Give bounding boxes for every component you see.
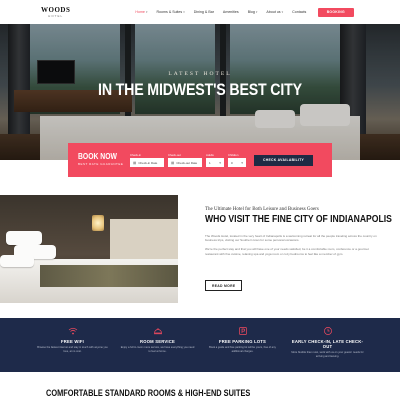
- checkin-input[interactable]: ▦ Check-in Date: [130, 158, 164, 168]
- site-header: WOODS HOTEL Home ▾ Rooms & Suites ▾ Dining…: [0, 0, 400, 24]
- page: WOODS HOTEL Home ▾ Rooms & Suites ▾ Dining…: [0, 0, 400, 400]
- about-headboard: [110, 219, 178, 259]
- nav-item-dining[interactable]: Dining & Bar: [194, 10, 214, 14]
- nav-label: About us: [266, 10, 281, 14]
- feature-title: FREE PARKING LOTS: [218, 339, 267, 344]
- field-label: Check-in: [130, 152, 142, 157]
- nav-label: Rooms & Suites: [156, 10, 183, 14]
- main-nav: Home ▾ Rooms & Suites ▾ Dining & Bar Ameni…: [135, 10, 306, 14]
- field-value: Check-in Date: [138, 160, 158, 165]
- logo-main: WOODS: [41, 5, 71, 14]
- room-service-icon: [153, 326, 163, 336]
- checkout-input[interactable]: ▦ Check-out Date: [168, 158, 202, 168]
- book-now-label: BOOK NOW: [78, 152, 117, 162]
- nav-item-home[interactable]: Home ▾: [135, 10, 147, 14]
- checkout-field: Check-out ▦ Check-out Date: [168, 153, 202, 168]
- feature-checkin: EARLY CHECK-IN, LATE CHECK-OUT More flex…: [291, 318, 365, 372]
- children-select[interactable]: 0 ▾: [228, 158, 246, 168]
- clock-icon: [323, 326, 333, 336]
- about-pillow: [6, 231, 42, 245]
- feature-title: EARLY CHECK-IN, LATE CHECK-OUT: [291, 339, 364, 350]
- feature-desc: Enjoy a full in-room menu service, we ha…: [120, 346, 195, 353]
- field-label: Children: [228, 152, 239, 157]
- nav-item-amenities[interactable]: Amenities: [223, 10, 239, 14]
- nav-item-blog[interactable]: Blog ▾: [248, 10, 258, 14]
- about-lamp: [92, 215, 104, 231]
- chevron-down-icon: ▾: [145, 10, 148, 14]
- parking-icon: [238, 326, 248, 336]
- field-value: Check-out Date: [176, 160, 198, 165]
- feature-title: ROOM SERVICE: [140, 339, 175, 344]
- field-value: 1: [209, 160, 211, 165]
- features-strip: FREE WIFI Browse the fastest internet an…: [0, 318, 400, 372]
- nav-label: Blog: [247, 10, 255, 14]
- rooms-section-title: COMFORTABLE STANDARD ROOMS & HIGH-END SU…: [46, 388, 251, 398]
- nav-label: Contacts: [292, 10, 307, 14]
- about-title: WHO VISIT THE FINE CITY OF INDIANAPOLIS: [205, 213, 392, 225]
- about-image: [0, 195, 178, 303]
- nav-item-about[interactable]: About us ▾: [266, 10, 283, 14]
- hero-title: IN THE MIDWEST'S BEST CITY: [98, 81, 302, 99]
- feature-desc: Book a guide and free parking lot will b…: [209, 346, 276, 353]
- field-label: Check-out: [168, 152, 181, 157]
- about-section: The Ultimate Hotel for Both Leisure and …: [205, 207, 392, 257]
- read-more-button[interactable]: READ MORE: [205, 280, 243, 291]
- feature-desc: More flexible than most, work with us on…: [291, 351, 364, 358]
- feature-wifi: FREE WIFI Browse the fastest internet an…: [36, 318, 110, 372]
- about-pillow: [0, 255, 34, 267]
- feature-room-service: ROOM SERVICE Enjoy a full in-room menu s…: [121, 318, 195, 372]
- about-paragraph: We're the perfect stay and that you will…: [205, 247, 369, 256]
- about-eyebrow: The Ultimate Hotel for Both Leisure and …: [205, 207, 319, 212]
- feature-parking: FREE PARKING LOTS Book a guide and free …: [206, 318, 280, 372]
- chevron-down-icon: ▾: [183, 10, 185, 14]
- nav-item-rooms[interactable]: Rooms & Suites ▾: [156, 10, 184, 14]
- calendar-icon: ▦: [171, 160, 175, 165]
- about-throw: [40, 265, 178, 287]
- nav-item-contacts[interactable]: Contacts: [292, 10, 306, 14]
- booking-button[interactable]: BOOKING: [317, 7, 354, 17]
- hero-banner: LATEST HOTEL IN THE MIDWEST'S BEST CITY: [0, 24, 400, 160]
- about-paragraph: The Woods Hotel, located in the very hea…: [205, 233, 377, 243]
- booking-bar-title: BOOK NOW BEST RATE GUARANTEE: [78, 153, 126, 166]
- children-field: Children 0 ▾: [228, 153, 246, 168]
- nav-label: Home: [135, 10, 145, 14]
- adults-field: Adults 1 ▾: [206, 153, 224, 168]
- logo[interactable]: WOODS HOTEL: [41, 5, 71, 18]
- book-now-sub: BEST RATE GUARANTEE: [78, 162, 124, 167]
- calendar-icon: ▦: [133, 160, 137, 165]
- field-label: Adults: [206, 152, 214, 157]
- adults-select[interactable]: 1 ▾: [206, 158, 224, 168]
- feature-desc: Browse the fastest internet and stay in …: [37, 346, 108, 353]
- logo-sub: HOTEL: [48, 13, 64, 18]
- chevron-down-icon: ▾: [241, 160, 243, 165]
- nav-label: Dining & Bar: [193, 10, 214, 14]
- chevron-down-icon: ▾: [219, 160, 221, 165]
- field-value: 0: [231, 160, 233, 165]
- hero-subtitle: LATEST HOTEL: [168, 71, 232, 77]
- feature-title: FREE WIFI: [61, 339, 84, 344]
- chevron-down-icon: ▾: [255, 10, 258, 14]
- checkin-field: Check-in ▦ Check-in Date: [130, 153, 164, 168]
- nav-label: Amenities: [222, 10, 239, 14]
- chevron-down-icon: ▾: [281, 10, 284, 14]
- booking-bar: BOOK NOW BEST RATE GUARANTEE Check-in ▦ C…: [68, 143, 332, 177]
- wifi-icon: [68, 326, 78, 336]
- check-availability-button[interactable]: CHECK AVAILABILITY: [254, 154, 314, 166]
